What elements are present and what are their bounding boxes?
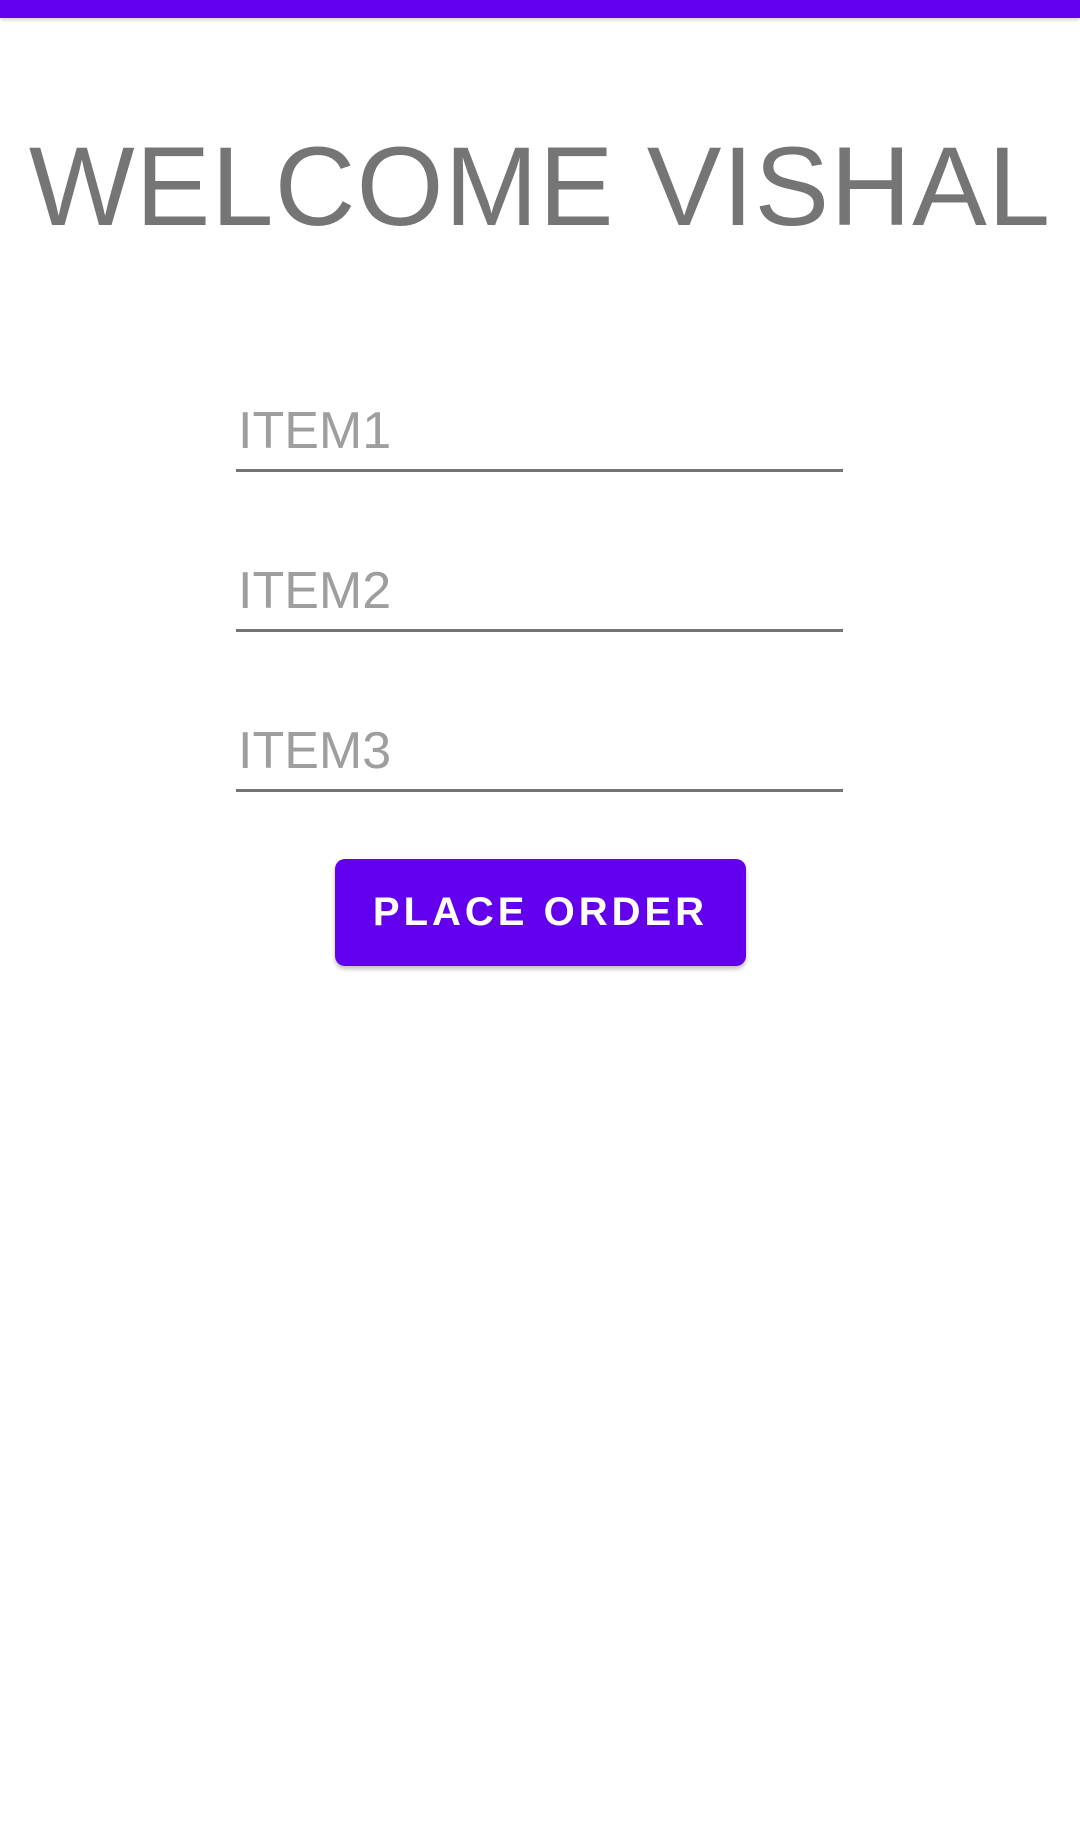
place-order-button[interactable]: PLACE ORDER xyxy=(335,859,746,966)
item3-input[interactable] xyxy=(236,712,843,792)
welcome-title: WELCOME VISHAL xyxy=(28,124,1052,249)
item2-input[interactable] xyxy=(236,552,843,632)
item1-input[interactable] xyxy=(236,392,843,472)
app-bar xyxy=(0,0,1080,18)
